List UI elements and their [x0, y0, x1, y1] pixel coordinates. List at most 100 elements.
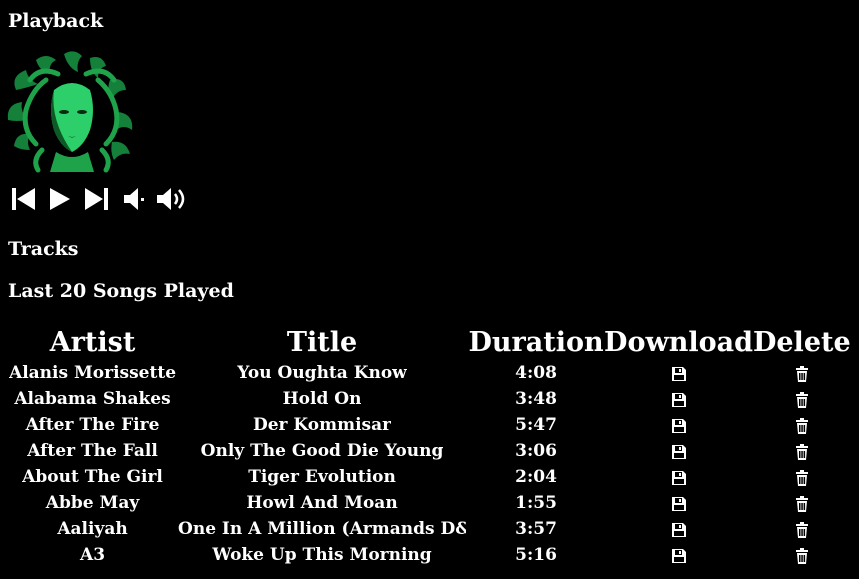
- title-cell: You Oughta Know: [176, 360, 468, 386]
- duration-cell: 5:16: [515, 545, 557, 565]
- column-header-duration: Duration: [468, 327, 604, 358]
- artist-cell: After The Fire: [25, 415, 160, 435]
- download-cell: [604, 386, 753, 412]
- duration-cell: 4:08: [515, 363, 557, 383]
- duration-cell: 5:47: [515, 415, 557, 435]
- title-text: Woke Up This Morning: [212, 545, 432, 565]
- column-header-download: Download: [604, 327, 753, 358]
- medusa-album-art-icon: [7, 51, 133, 173]
- floppy-disk-icon: [670, 444, 688, 465]
- table-row: About The Girl Tiger Evolution 2:04: [9, 464, 851, 490]
- artist-cell: After The Fall: [27, 441, 158, 461]
- delete-cell: [753, 490, 851, 516]
- title-cell: Der Kommisar: [176, 412, 468, 438]
- artist-cell: Alabama Shakes: [14, 389, 171, 409]
- download-cell: [604, 438, 753, 464]
- title-text: Der Kommisar: [252, 415, 392, 435]
- download-button[interactable]: [670, 495, 688, 513]
- skip-back-icon: [12, 188, 35, 210]
- trash-icon: [793, 365, 811, 387]
- download-button[interactable]: [670, 417, 688, 435]
- next-button[interactable]: [82, 183, 112, 215]
- floppy-disk-icon: [670, 392, 688, 413]
- delete-button[interactable]: [793, 495, 811, 513]
- delete-button[interactable]: [793, 469, 811, 487]
- artist-cell: A3: [80, 545, 106, 565]
- trash-icon: [793, 391, 811, 413]
- download-button[interactable]: [670, 365, 688, 383]
- download-cell: [604, 360, 753, 386]
- skip-forward-icon: [85, 188, 108, 210]
- duration-cell: 2:04: [515, 467, 557, 487]
- column-header-artist: Artist: [49, 327, 136, 358]
- title-text: Only The Good Die Young: [200, 441, 444, 461]
- artist-cell: Aaliyah: [57, 519, 128, 539]
- playback-heading: Playback: [8, 10, 104, 32]
- volume-up-button[interactable]: [155, 183, 189, 215]
- artist-cell: Alanis Morissette: [9, 363, 177, 383]
- table-row: Alabama Shakes Hold On 3:48: [9, 386, 851, 412]
- tracks-table: Artist Title Duration Download Delete Al…: [9, 326, 851, 568]
- download-button[interactable]: [670, 469, 688, 487]
- table-row: After The Fire Der Kommisar 5:47: [9, 412, 851, 438]
- delete-cell: [753, 464, 851, 490]
- title-cell: Hold On: [176, 386, 468, 412]
- download-button[interactable]: [670, 443, 688, 461]
- delete-cell: [753, 516, 851, 542]
- table-row: A3 Woke Up This Morning 5:16: [9, 542, 851, 568]
- trash-icon: [793, 417, 811, 439]
- download-cell: [604, 490, 753, 516]
- column-header-title: Title: [286, 327, 358, 358]
- table-row: Alanis Morissette You Oughta Know 4:08: [9, 360, 851, 386]
- artist-cell: Abbe May: [45, 493, 140, 513]
- title-text: You Oughta Know: [237, 363, 407, 383]
- download-cell: [604, 412, 753, 438]
- table-row: Abbe May Howl And Moan 1:55: [9, 490, 851, 516]
- table-row: After The Fall Only The Good Die Young 3:0…: [9, 438, 851, 464]
- previous-button[interactable]: [9, 183, 39, 215]
- floppy-disk-icon: [670, 366, 688, 387]
- table-header-row: Artist Title Duration Download Delete: [9, 326, 851, 360]
- floppy-disk-icon: [670, 522, 688, 543]
- duration-cell: 1:55: [515, 493, 557, 513]
- delete-cell: [753, 542, 851, 568]
- trash-icon: [793, 495, 811, 517]
- duration-cell: 3:06: [515, 441, 557, 461]
- title-text: One In A Million (Armands D&b: [178, 519, 467, 539]
- table-row: Aaliyah One In A Million (Armands D&b 3:57: [9, 516, 851, 542]
- tracks-heading: Tracks: [8, 238, 79, 260]
- floppy-disk-icon: [670, 470, 688, 491]
- title-cell: Only The Good Die Young: [176, 438, 468, 464]
- delete-button[interactable]: [793, 521, 811, 539]
- floppy-disk-icon: [670, 418, 688, 439]
- download-button[interactable]: [670, 391, 688, 409]
- duration-cell: 3:57: [515, 519, 557, 539]
- delete-button[interactable]: [793, 417, 811, 435]
- last-played-heading: Last 20 Songs Played: [8, 280, 234, 302]
- title-cell: One In A Million (Armands D&b: [176, 516, 468, 542]
- delete-button[interactable]: [793, 443, 811, 461]
- download-cell: [604, 516, 753, 542]
- delete-button[interactable]: [793, 391, 811, 409]
- title-text: Tiger Evolution: [248, 467, 396, 487]
- play-button[interactable]: [47, 183, 73, 215]
- delete-button[interactable]: [793, 365, 811, 383]
- title-text: Hold On: [282, 389, 362, 409]
- download-button[interactable]: [670, 521, 688, 539]
- download-button[interactable]: [670, 547, 688, 565]
- delete-cell: [753, 438, 851, 464]
- column-header-delete: Delete: [752, 327, 851, 358]
- download-cell: [604, 542, 753, 568]
- trash-icon: [793, 443, 811, 465]
- artist-cell: About The Girl: [22, 467, 163, 487]
- delete-cell: [753, 360, 851, 386]
- delete-button[interactable]: [793, 547, 811, 565]
- floppy-disk-icon: [670, 496, 688, 517]
- delete-cell: [753, 412, 851, 438]
- album-art: [6, 50, 138, 174]
- floppy-disk-icon: [670, 548, 688, 569]
- volume-low-icon: [124, 188, 144, 210]
- volume-down-button[interactable]: [122, 183, 148, 215]
- title-cell: Tiger Evolution: [176, 464, 468, 490]
- trash-icon: [793, 547, 811, 569]
